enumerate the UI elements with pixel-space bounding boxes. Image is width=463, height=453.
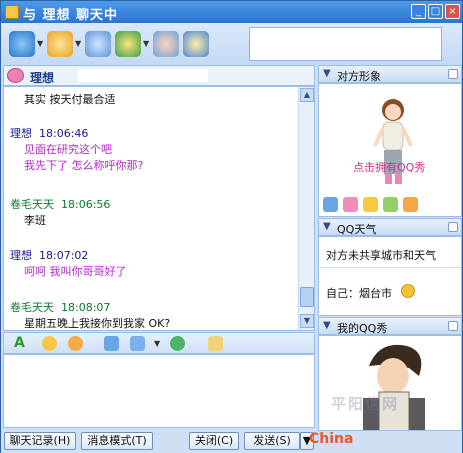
sidebar-section-label: QQ天气 — [337, 223, 377, 236]
toolbar-ad-area[interactable] — [249, 27, 442, 61]
wardrobe-icon[interactable] — [323, 197, 338, 212]
sun-icon — [401, 284, 415, 298]
scene-icon[interactable] — [383, 197, 398, 212]
scroll-up-button[interactable]: ▲ — [300, 88, 314, 102]
sidebar-header-avatar[interactable]: ▼ 对方形象 — [318, 65, 462, 83]
close-button[interactable]: 关闭(C) — [189, 432, 239, 450]
scroll-down-button[interactable]: ▼ — [300, 314, 314, 328]
magic-face-icon[interactable] — [68, 336, 83, 351]
message-history-icon[interactable] — [208, 336, 223, 351]
message-text: 见面在研究这个吧 — [24, 143, 112, 156]
message-text: 星期五晚上我接你到我家 OK? — [24, 317, 171, 330]
bottom-button-bar: 聊天记录(H) 消息模式(T) 关闭(C) 发送(S) ▼ — [1, 429, 462, 453]
chevron-down-icon[interactable]: ▼ — [154, 340, 160, 348]
weather-notice: 对方未共享城市和天气 — [326, 249, 436, 262]
send-file-icon[interactable] — [47, 31, 73, 57]
sidebar-header-weather[interactable]: ▼ QQ天气 — [318, 218, 462, 236]
my-city[interactable]: 自己：烟台市 — [326, 285, 392, 301]
chevron-down-icon[interactable]: ▼ — [143, 40, 149, 48]
pin-icon[interactable] — [448, 69, 458, 79]
watermark-text: 平阳信网 — [331, 395, 400, 413]
my-qq-show-figure[interactable] — [349, 338, 439, 431]
sidebar-header-my-qq-show[interactable]: ▼ 我的QQ秀 — [318, 317, 462, 335]
message-text: 李班 — [24, 214, 46, 227]
send-button[interactable]: 发送(S) — [244, 432, 300, 450]
chevron-down-icon: ▼ — [323, 68, 331, 79]
contact-signature — [78, 69, 208, 82]
message-sender: 理想 18:06:46 — [10, 127, 89, 140]
my-qq-show-panel — [318, 335, 462, 431]
gift-icon[interactable] — [363, 197, 378, 212]
message-sender: 卷毛天天 18:06:56 — [10, 198, 111, 211]
chevron-down-icon[interactable]: ▼ — [75, 40, 81, 48]
chat-scrollbar[interactable]: ▲ ▼ — [298, 87, 314, 330]
settings-icon[interactable] — [183, 31, 209, 57]
game-icon[interactable] — [115, 31, 141, 57]
message-input[interactable] — [3, 354, 315, 428]
message-text: 呵呵 我叫你哥哥好了 — [24, 265, 127, 278]
message-text: 我先下了 怎么称呼你那? — [24, 159, 144, 172]
image-icon[interactable] — [130, 336, 145, 351]
sidebar-section-label: 对方形象 — [337, 70, 381, 83]
watermark-site: China — [309, 431, 354, 447]
chevron-down-icon: ▼ — [323, 320, 331, 331]
contact-avatar[interactable] — [7, 68, 24, 83]
video-call-icon[interactable] — [9, 31, 35, 57]
message-mode-button[interactable]: 消息模式(T) — [81, 432, 153, 450]
message-sender: 卷毛天天 18:08:07 — [10, 301, 111, 314]
mall-icon[interactable] — [403, 197, 418, 212]
chevron-down-icon: ▼ — [323, 221, 331, 232]
toolbar: ▼ ▼ ▼ — [1, 23, 462, 65]
sidebar-section-label: 我的QQ秀 — [337, 322, 388, 335]
maximize-button[interactable]: □ — [428, 4, 443, 19]
application-icon[interactable] — [85, 31, 111, 57]
voice-message-icon[interactable] — [170, 336, 185, 351]
divider — [319, 267, 461, 268]
chat-window: 与 理想 聊天中 _ □ × ▼ ▼ ▼ 理想 其实 按天付最合适 理想 18:… — [0, 0, 463, 453]
title-bar[interactable]: 与 理想 聊天中 _ □ × — [1, 1, 462, 23]
get-qq-show-link[interactable]: 点击拥有QQ秀 — [353, 159, 425, 175]
chat-history-button[interactable]: 聊天记录(H) — [4, 432, 76, 450]
emoticon-icon[interactable] — [42, 336, 57, 351]
flower-icon[interactable] — [343, 197, 358, 212]
font-icon[interactable]: A — [14, 336, 29, 351]
format-toolbar: A ▼ — [3, 332, 315, 354]
pin-icon[interactable] — [448, 222, 458, 232]
add-contact-icon[interactable] — [153, 31, 179, 57]
avatar-panel: 点击拥有QQ秀 — [318, 83, 462, 217]
message-text: 其实 按天付最合适 — [24, 93, 116, 106]
close-window-button[interactable]: × — [445, 4, 460, 19]
chat-log[interactable]: 其实 按天付最合适 理想 18:06:46 见面在研究这个吧 我先下了 怎么称呼… — [3, 86, 315, 331]
screenshot-icon[interactable] — [104, 336, 119, 351]
chevron-down-icon[interactable]: ▼ — [37, 40, 43, 48]
minimize-button[interactable]: _ — [411, 4, 426, 19]
chat-header: 理想 — [3, 65, 315, 86]
scroll-thumb[interactable] — [300, 287, 314, 307]
window-title: 与 理想 聊天中 — [23, 8, 119, 23]
message-sender: 理想 18:07:02 — [10, 249, 89, 262]
contact-name: 理想 — [30, 71, 55, 85]
qq-app-icon — [5, 5, 19, 19]
pin-icon[interactable] — [448, 321, 458, 331]
